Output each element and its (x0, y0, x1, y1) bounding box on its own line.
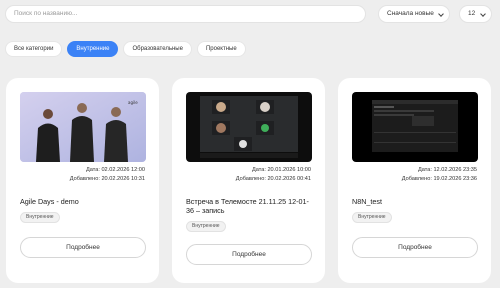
svg-text:agile: agile (128, 100, 138, 105)
tab-internal[interactable]: Внутренние (67, 41, 119, 57)
event-date: Дата: 20.01.2026 10:00 (251, 167, 311, 173)
video-thumbnail[interactable]: agile (20, 92, 146, 162)
video-title: Agile Days - demo (20, 197, 79, 206)
video-card: agile Дата: 02.02.2026 12:00 Добавлено: … (6, 78, 159, 283)
category-badge: Внутренние (186, 221, 226, 232)
video-title: Встреча в Телемосте 21.11.25 12-01-36 – … (186, 197, 309, 215)
search-input[interactable]: Поиск по названию... (5, 5, 366, 23)
event-date: Дата: 12.02.2026 23:35 (417, 167, 477, 173)
details-button[interactable]: Подробнее (186, 244, 312, 265)
video-thumbnail[interactable] (186, 92, 312, 162)
event-date: Дата: 02.02.2026 12:00 (85, 167, 145, 173)
video-card: Дата: 12.02.2026 23:35 Добавлено: 19.02.… (338, 78, 491, 283)
sort-select[interactable]: Сначала новые (378, 5, 450, 23)
category-badge: Внутренние (20, 212, 60, 223)
added-date: Добавлено: 20.02.2026 00:41 (235, 176, 311, 182)
added-date: Добавлено: 20.02.2026 10:31 (69, 176, 145, 182)
category-tabs: Все категории Внутренние Образовательные… (5, 41, 246, 57)
tab-all-categories[interactable]: Все категории (5, 41, 63, 57)
category-badge: Внутренние (352, 212, 392, 223)
details-button[interactable]: Подробнее (352, 237, 478, 258)
added-date: Добавлено: 19.02.2026 23:36 (401, 176, 477, 182)
details-button[interactable]: Подробнее (20, 237, 146, 258)
per-page-select[interactable]: 12 (459, 5, 492, 23)
video-title: N8N_test (352, 197, 382, 206)
tab-educational[interactable]: Образовательные (123, 41, 192, 57)
chevron-down-icon (438, 11, 444, 17)
chevron-down-icon (480, 11, 486, 17)
per-page-value: 12 (468, 10, 476, 17)
video-card: Дата: 20.01.2026 10:00 Добавлено: 20.02.… (172, 78, 325, 283)
sort-select-label: Сначала новые (387, 10, 434, 17)
tab-project[interactable]: Проектные (196, 41, 246, 57)
video-thumbnail[interactable] (352, 92, 478, 162)
